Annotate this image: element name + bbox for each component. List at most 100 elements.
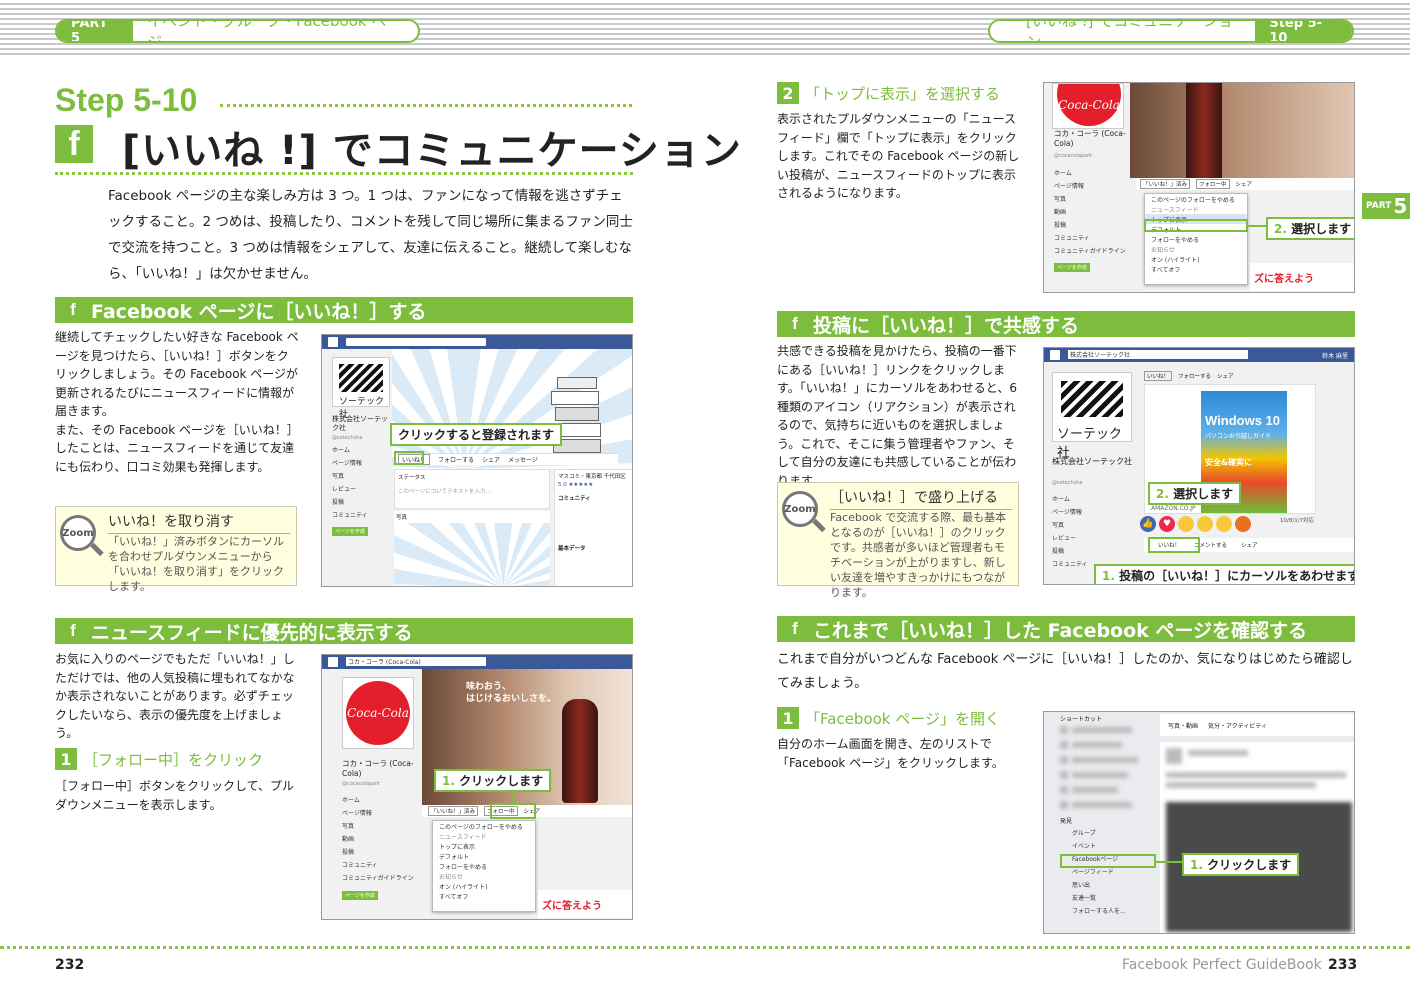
header-right: [いいね !] でコミュニケーション Step 5-10 bbox=[988, 19, 1354, 43]
part-side-tab: PART 5 bbox=[1362, 193, 1410, 219]
highlight-like bbox=[394, 451, 424, 465]
angry-reaction-icon[interactable] bbox=[1235, 516, 1251, 532]
fb-topbar: コカ・コーラ (Coca-Cola) bbox=[322, 655, 632, 669]
like-reaction-icon[interactable]: 👍 bbox=[1140, 516, 1156, 532]
step-heading: 1 ［フォロー中］をクリック bbox=[55, 748, 263, 770]
section-heading-text: これまで［いいね！］した Facebook ページを確認する bbox=[813, 619, 1308, 642]
wow-reaction-icon[interactable] bbox=[1197, 516, 1213, 532]
page-menu: ホーム ページ情報 写真 レビュー 投稿 コミュニティ bbox=[332, 447, 368, 519]
quiz-banner: ズに答えよう bbox=[538, 890, 632, 918]
photo-thumb bbox=[394, 523, 550, 586]
page-menu: ホーム ページ情報 写真 動画 投稿 コミュニティ コミュニティガイドライン bbox=[1054, 170, 1126, 255]
feeling-button[interactable]: 気分・アクティビティ bbox=[1208, 721, 1267, 730]
zoom-title: いいね！を取り消す bbox=[108, 511, 290, 534]
section-body: これまで自分がいつどんな Facebook ページに［いいね！］したのか、気にな… bbox=[777, 652, 1353, 691]
intro-text: Facebook ページの主な楽しみ方は 3 つ。1 つは、ファンになって情報を… bbox=[108, 188, 633, 282]
step-tag: Step 5-10 bbox=[1255, 21, 1352, 41]
screenshot-reactions: 株式会社ソーテック社 鈴木 麻里 ソーテック社 株式会社ソーテック社 @sotec… bbox=[1043, 347, 1355, 585]
page-menu: ホーム ページ情報 写真 動画 投稿 コミュニティ コミュニティガイドライン bbox=[342, 797, 414, 882]
section-body: お気に入りのページでもただ「いいね！」しただけでは、他の人気投稿に埋もれてなかな… bbox=[55, 652, 295, 740]
section-heading: f 投稿に［いいね！］で共感する bbox=[777, 311, 1355, 337]
highlight-following bbox=[490, 803, 536, 819]
step-heading: 1 「Facebook ページ」を開く bbox=[777, 707, 1000, 729]
step-title: 「Facebook ページ」を開く bbox=[805, 709, 1000, 728]
screenshot-home-list: ショートカット 発見 グループ イベント Facebookページ ページフィード… bbox=[1043, 711, 1355, 934]
action-bar: いいね！ フォローする シェア メッセージ bbox=[394, 453, 618, 465]
dotted-rule bbox=[55, 172, 633, 175]
screenshot-cocacola-page: コカ・コーラ (Coca-Cola) 味わおう、 はじけるおいしさを。 Coca-… bbox=[321, 654, 633, 920]
cocacola-logo: Coca-Cola bbox=[342, 677, 414, 749]
step-title: 「トップに表示」を選択する bbox=[805, 84, 1001, 103]
callout: クリックすると登録されます bbox=[390, 423, 563, 446]
section-heading-text: Facebook ページに［いいね！］する bbox=[91, 300, 427, 323]
highlight-top-display bbox=[1144, 219, 1248, 232]
section-body: 共感できる投稿を見かけたら、投稿の一番下にある［いいね！］リンクをクリックします… bbox=[777, 344, 1017, 488]
zoom-title: ［いいね！］で盛り上げる bbox=[830, 487, 1012, 510]
step-number: Step 5-10 bbox=[55, 82, 198, 118]
follow-button[interactable]: フォローする bbox=[438, 455, 474, 464]
page-menu: ホーム ページ情報 写真 レビュー 投稿 コミュニティ bbox=[1052, 496, 1088, 568]
zoom-tip: Zoom いいね！を取り消す 「いいね！」済みボタンにカーソルを合わせプルダウン… bbox=[55, 506, 297, 593]
composer-bar: 写真・動画 気分・アクティビティ bbox=[1160, 714, 1354, 736]
sad-reaction-icon[interactable] bbox=[1216, 516, 1232, 532]
reaction-bar: 👍 ♥ bbox=[1140, 516, 1251, 532]
follow-dropdown: このページのフォローをやめる ニュースフィード トップに表示 デフォルト フォロ… bbox=[1144, 193, 1248, 285]
fb-topbar: 株式会社ソーテック社 鈴木 麻里 bbox=[1044, 348, 1354, 362]
step-body: 表示されたプルダウンメニューの「ニュースフィード」欄で「トップに表示」をクリック… bbox=[777, 112, 1020, 200]
dotted-rule bbox=[220, 104, 632, 107]
fb-topbar bbox=[322, 335, 632, 349]
create-page-button[interactable]: ページを作成 bbox=[332, 527, 368, 536]
header-left: PART 5 イベント・グループ・Facebook ページ bbox=[55, 19, 420, 43]
step-badge: 1 bbox=[777, 707, 799, 729]
create-page-button[interactable]: ページを作成 bbox=[1054, 263, 1090, 272]
action-bar: いいね！ フォローする シェア bbox=[1144, 370, 1316, 382]
status-box[interactable]: ステータス このページについてテキストを入力... bbox=[394, 469, 550, 509]
step-badge: 1 bbox=[55, 748, 77, 770]
action-bar: 「いいね！」済み フォロー中 シェア bbox=[1136, 178, 1354, 190]
feed-post bbox=[1160, 742, 1354, 933]
section-heading-text: ニュースフィードに優先的に表示する bbox=[91, 621, 413, 644]
callout: 2. 選択します bbox=[1148, 482, 1242, 505]
page-number-right: 233 bbox=[1328, 957, 1358, 973]
screenshot-sotechsha-page: ソーテック社 株式会社ソーテック社 @sotechsha ホーム ページ情報 写… bbox=[321, 334, 633, 587]
message-button[interactable]: メッセージ bbox=[508, 455, 538, 464]
page-title: [いいね !] でコミュニケーション bbox=[122, 128, 742, 174]
zoom-handle bbox=[812, 518, 826, 533]
facebook-icon: f bbox=[785, 619, 805, 639]
screenshot-cocacola-dropdown: Coca-Cola コカ・コーラ (Coca-Cola) @cocacolapa… bbox=[1043, 82, 1355, 293]
share-button[interactable]: シェア bbox=[482, 455, 500, 464]
section-title: [いいね !] でコミュニケーション bbox=[1026, 19, 1233, 43]
liked-button[interactable]: 「いいね！」済み bbox=[428, 806, 479, 816]
callout: 1. 投稿の［いいね！］にカーソルをあわせます bbox=[1094, 564, 1354, 584]
book-title: Facebook Perfect GuideBook bbox=[1122, 957, 1322, 973]
share-link[interactable]: シェア bbox=[1241, 541, 1258, 549]
haha-reaction-icon[interactable] bbox=[1178, 516, 1194, 532]
photo-video-button[interactable]: 写真・動画 bbox=[1168, 721, 1198, 730]
highlight-facebook-pages bbox=[1060, 854, 1156, 868]
facebook-icon: f bbox=[63, 300, 83, 320]
create-page-button[interactable]: ページを作成 bbox=[342, 891, 378, 900]
section-heading-text: 投稿に［いいね！］で共感する bbox=[813, 314, 1080, 337]
love-reaction-icon[interactable]: ♥ bbox=[1159, 516, 1175, 532]
zoom-text: 「いいね！」済みボタンにカーソルを合わせプルダウンメニューから「いいね！を取り消… bbox=[108, 535, 284, 593]
book-spread: PART 5 イベント・グループ・Facebook ページ [いいね !] でコ… bbox=[0, 0, 1410, 1000]
step-title: ［フォロー中］をクリック bbox=[83, 750, 264, 769]
cover-photo bbox=[1130, 83, 1354, 178]
footer-rule bbox=[0, 946, 1410, 949]
step-badge: 2 bbox=[777, 82, 799, 104]
callout-line bbox=[1248, 225, 1266, 227]
about-panel: マスコミ・東京都 千代田区 5.0 ★★★★★ コミュニティ 基本データ bbox=[554, 469, 632, 586]
zoom-handle bbox=[90, 542, 104, 557]
sotechsha-logo: ソーテック社 bbox=[1052, 372, 1132, 461]
cocacola-logo: Coca-Cola bbox=[1052, 83, 1124, 129]
section-heading: f ニュースフィードに優先的に表示する bbox=[55, 618, 633, 644]
facebook-icon: f bbox=[785, 314, 805, 334]
page-number-left: 232 bbox=[55, 957, 85, 973]
sotechsha-logo: ソーテック社 bbox=[332, 357, 390, 420]
step-body: ［フォロー中］ボタンをクリックして、プルダウンメニューを表示します。 bbox=[55, 779, 295, 812]
callout: 1. クリックします bbox=[1182, 853, 1300, 876]
follow-dropdown: このページのフォローをやめる ニュースフィード トップに表示 デフォルト フォロ… bbox=[432, 820, 536, 912]
section-body: 継続してチェックしたい好きな Facebook ページを見つけたら、［いいね！］… bbox=[55, 330, 299, 474]
callout: 2. 選択します bbox=[1266, 217, 1354, 240]
chapter-title: イベント・グループ・Facebook ページ bbox=[147, 19, 402, 43]
